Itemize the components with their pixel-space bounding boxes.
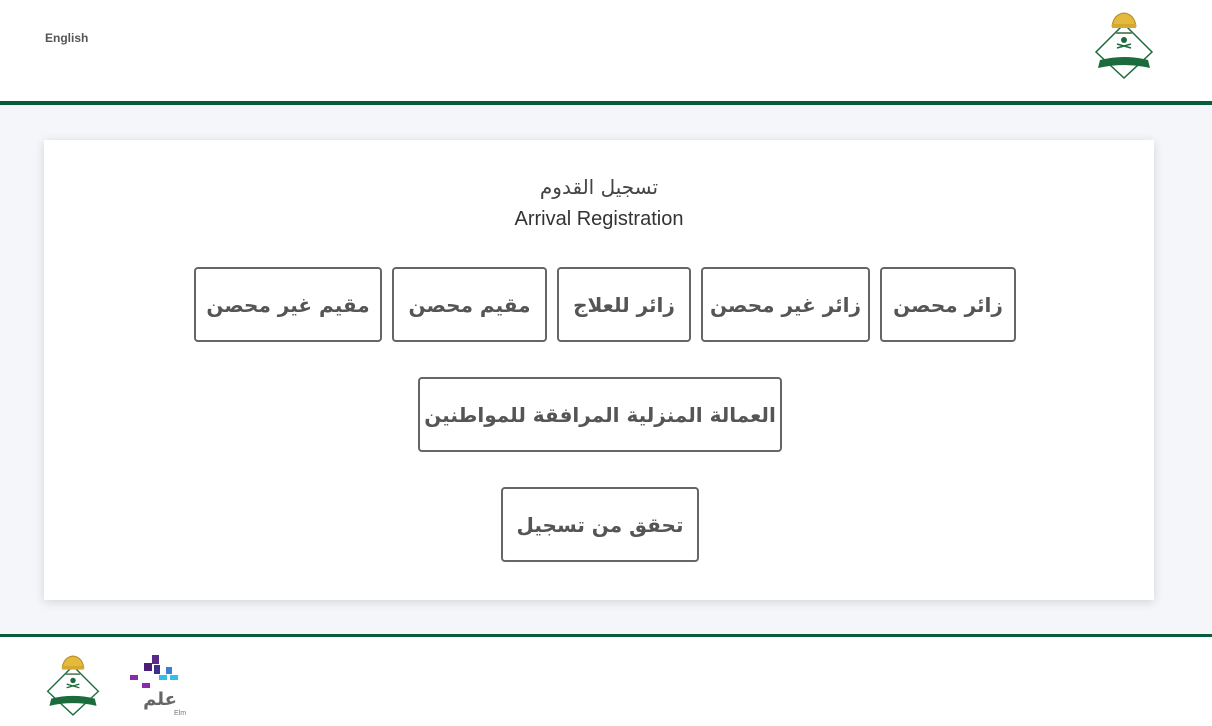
medical-visitor-button[interactable]: زائر للعلاج: [557, 267, 691, 342]
unvaccinated-visitor-button[interactable]: زائر غير محصن: [701, 267, 870, 342]
verify-registration-button[interactable]: تحقق من تسجيل: [501, 487, 699, 562]
main-content: تسجيل القدوم Arrival Registration زائر م…: [0, 105, 1212, 635]
vaccinated-visitor-button[interactable]: زائر محصن: [880, 267, 1016, 342]
elm-text-en: Elm: [174, 710, 186, 717]
unvaccinated-resident-button[interactable]: مقيم غير محصن: [194, 267, 382, 342]
elm-logo-icon: علم Elm: [130, 655, 186, 717]
vaccinated-resident-button[interactable]: مقيم محصن: [392, 267, 547, 342]
header: English: [0, 0, 1212, 101]
page-title-english: Arrival Registration: [514, 208, 684, 230]
domestic-workers-button[interactable]: العمالة المنزلية المرافقة للمواطنين: [418, 377, 782, 452]
page-title-arabic: تسجيل القدوم: [539, 175, 659, 199]
language-toggle-link[interactable]: English: [45, 31, 88, 45]
elm-text-ar: علم: [143, 689, 177, 710]
registration-card: تسجيل القدوم Arrival Registration زائر م…: [44, 140, 1154, 600]
passports-emblem-icon: [1094, 12, 1154, 80]
footer: علم Elm: [0, 637, 1212, 726]
passports-emblem-icon: [46, 655, 100, 716]
